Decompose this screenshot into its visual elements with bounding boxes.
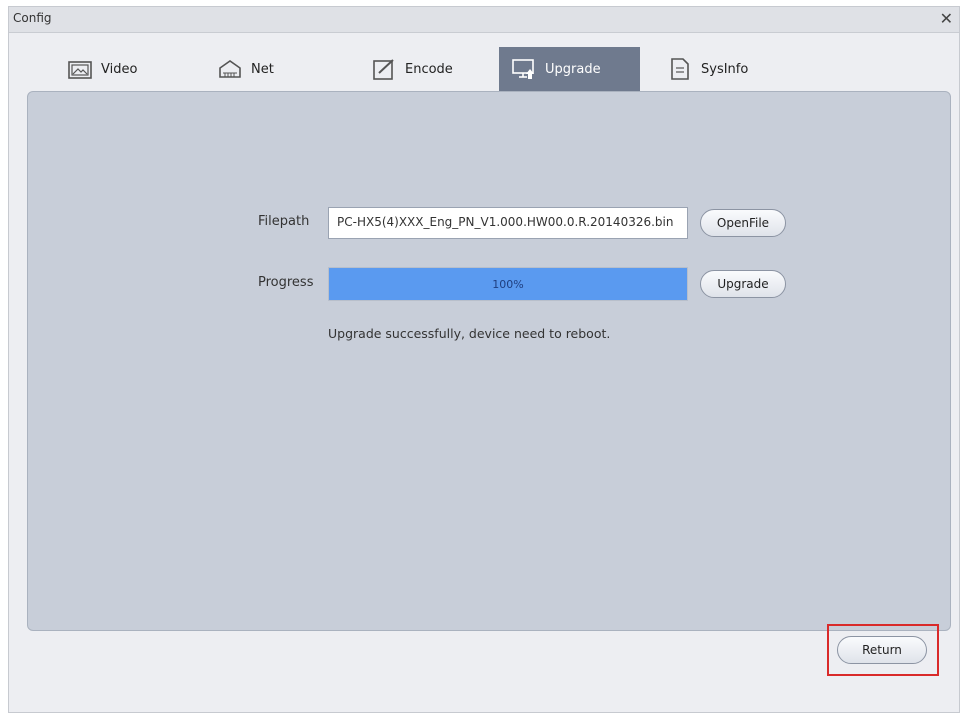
upgrade-button[interactable]: Upgrade bbox=[700, 270, 786, 298]
image-icon bbox=[68, 61, 92, 79]
tab-sysinfo[interactable]: SysInfo bbox=[667, 47, 748, 91]
tab-encode[interactable]: Encode bbox=[371, 47, 453, 91]
upgrade-panel: Filepath PC-HX5(4)XXX_Eng_PN_V1.000.HW00… bbox=[27, 91, 951, 631]
tab-label: Video bbox=[101, 61, 138, 77]
titlebar: Config ✕ bbox=[9, 7, 959, 33]
tab-label: Encode bbox=[405, 61, 453, 77]
return-highlight-box: Return bbox=[827, 624, 939, 676]
progress-bar: 100% bbox=[328, 267, 688, 301]
tab-label: SysInfo bbox=[701, 61, 749, 77]
edit-icon bbox=[373, 59, 394, 80]
window-title: Config bbox=[13, 11, 52, 25]
filepath-label: Filepath bbox=[258, 214, 310, 229]
tab-net[interactable]: Net bbox=[217, 47, 274, 91]
close-icon[interactable]: ✕ bbox=[940, 7, 953, 31]
filepath-field[interactable]: PC-HX5(4)XXX_Eng_PN_V1.000.HW00.0.R.2014… bbox=[328, 207, 688, 239]
openfile-button[interactable]: OpenFile bbox=[700, 209, 786, 237]
document-icon bbox=[671, 58, 689, 80]
config-window: Config ✕ Video Net Encode Upgrade SysInf… bbox=[8, 6, 960, 713]
progress-label: Progress bbox=[258, 275, 314, 290]
status-message: Upgrade successfully, device need to reb… bbox=[328, 326, 611, 341]
progress-text: 100% bbox=[492, 277, 524, 291]
tab-bar: Video Net Encode Upgrade SysInfo bbox=[9, 47, 959, 91]
return-button[interactable]: Return bbox=[837, 636, 927, 664]
monitor-upgrade-icon bbox=[512, 59, 534, 79]
tab-upgrade[interactable]: Upgrade bbox=[499, 47, 640, 91]
network-icon bbox=[219, 60, 241, 78]
tab-video[interactable]: Video bbox=[67, 47, 137, 91]
tab-label: Upgrade bbox=[545, 61, 601, 77]
tab-label: Net bbox=[251, 61, 274, 77]
